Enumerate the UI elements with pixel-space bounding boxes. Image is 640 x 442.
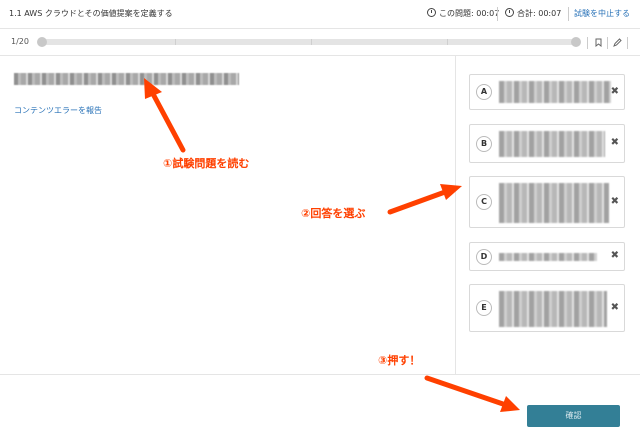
divider: [627, 37, 628, 49]
divider: [587, 37, 588, 49]
option-letter: E: [476, 300, 492, 316]
progress-track[interactable]: [37, 37, 581, 47]
answer-option-e[interactable]: E ✖: [469, 284, 625, 332]
annotation-step3: ③押す！: [378, 354, 421, 367]
progress-row: 1/20: [0, 29, 640, 56]
cross-icon[interactable]: ✖: [611, 137, 619, 148]
stopwatch-icon: [427, 8, 436, 17]
answer-option-b[interactable]: B ✖: [469, 124, 625, 163]
divider: [568, 7, 569, 21]
progress-tick: [447, 39, 448, 45]
annotation-step1: ①試験問題を読む: [163, 157, 250, 170]
progress-tick: [175, 39, 176, 45]
answer-text-redacted: [499, 183, 609, 223]
footer-bar: 確認: [0, 374, 640, 442]
question-timer: この問題: 00:07: [427, 8, 499, 19]
page-title: 1.1 AWS クラウドとその価値提案を定義する: [9, 9, 173, 18]
answer-text-redacted: [499, 253, 597, 261]
answer-text-redacted: [499, 291, 607, 327]
progress-end-knob[interactable]: [571, 37, 581, 47]
divider: [497, 7, 498, 21]
pencil-icon[interactable]: [610, 35, 624, 51]
confirm-button[interactable]: 確認: [527, 405, 620, 427]
question-panel: コンテンツエラーを報告: [0, 56, 455, 374]
cross-icon[interactable]: ✖: [611, 302, 619, 313]
bookmark-icon[interactable]: [591, 35, 605, 51]
option-letter: A: [476, 84, 492, 100]
question-timer-text: この問題: 00:07: [439, 9, 500, 18]
cross-icon[interactable]: ✖: [611, 86, 619, 97]
divider: [607, 37, 608, 49]
report-content-error-link[interactable]: コンテンツエラーを報告: [14, 105, 102, 116]
answer-list: A ✖ B ✖ C ✖ D ✖ E ✖: [456, 56, 640, 374]
cross-icon[interactable]: ✖: [611, 196, 619, 207]
option-letter: D: [476, 249, 492, 265]
total-timer: 合計: 00:07: [505, 8, 561, 19]
top-bar: 1.1 AWS クラウドとその価値提案を定義する この問題: 00:07 合計:…: [0, 0, 640, 29]
answer-text-redacted: [499, 81, 611, 103]
cross-icon[interactable]: ✖: [611, 250, 619, 261]
answer-option-a[interactable]: A ✖: [469, 74, 625, 110]
question-counter: 1/20: [11, 37, 29, 46]
option-letter: C: [476, 194, 492, 210]
annotation-step2: ②回答を選ぶ: [301, 207, 366, 220]
stop-exam-link[interactable]: 試験を中止する: [574, 8, 630, 19]
stopwatch-icon: [505, 8, 514, 17]
answer-option-d[interactable]: D ✖: [469, 242, 625, 271]
option-letter: B: [476, 136, 492, 152]
answer-text-redacted: [499, 131, 605, 157]
answer-option-c[interactable]: C ✖: [469, 176, 625, 228]
question-text-redacted: [14, 73, 239, 85]
total-timer-text: 合計: 00:07: [517, 9, 562, 18]
progress-start-knob: [37, 37, 47, 47]
progress-tick: [311, 39, 312, 45]
